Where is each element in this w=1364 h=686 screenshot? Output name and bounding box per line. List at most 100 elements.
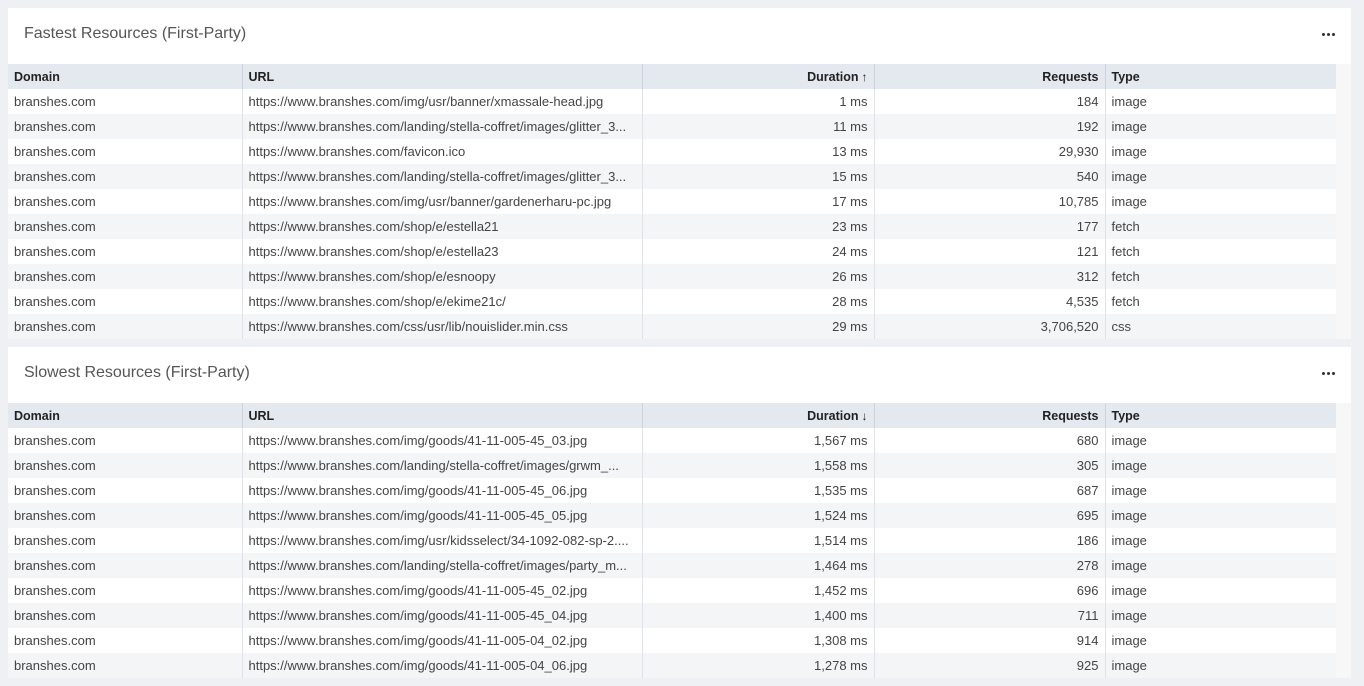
table-row[interactable]: branshes.com https://www.branshes.com/lan…: [8, 114, 1337, 139]
domain-cell: branshes.com: [8, 114, 243, 139]
table-row[interactable]: branshes.com https://www.branshes.com/img…: [8, 478, 1337, 503]
type-cell: image: [1105, 428, 1337, 453]
table-row[interactable]: branshes.com https://www.branshes.com/img…: [8, 628, 1337, 653]
more-options-icon[interactable]: [1320, 370, 1337, 377]
duration-cell: 24 ms: [642, 239, 875, 264]
type-cell: image: [1105, 164, 1337, 189]
domain-cell: branshes.com: [8, 453, 243, 478]
type-cell: image: [1105, 189, 1337, 214]
url-cell: https://www.branshes.com/css/usr/lib/nou…: [242, 314, 643, 339]
table-row[interactable]: branshes.com https://www.branshes.com/lan…: [8, 453, 1337, 478]
column-header-domain[interactable]: Domain: [8, 403, 243, 428]
table-row[interactable]: branshes.com https://www.branshes.com/img…: [8, 428, 1337, 453]
table-row[interactable]: branshes.com https://www.branshes.com/img…: [8, 603, 1337, 628]
table-row[interactable]: branshes.com https://www.branshes.com/img…: [8, 189, 1337, 214]
duration-cell: 1,452 ms: [642, 578, 875, 603]
column-header-duration[interactable]: Duration ↓: [642, 403, 875, 428]
domain-cell: branshes.com: [8, 428, 243, 453]
domain-cell: branshes.com: [8, 189, 243, 214]
duration-cell: 1,558 ms: [642, 453, 875, 478]
type-cell: image: [1105, 503, 1337, 528]
table-row[interactable]: branshes.com https://www.branshes.com/img…: [8, 578, 1337, 603]
type-cell: image: [1105, 653, 1337, 678]
url-cell: https://www.branshes.com/img/usr/kidssel…: [242, 528, 643, 553]
more-options-icon[interactable]: [1320, 31, 1337, 38]
table-row[interactable]: branshes.com https://www.branshes.com/fav…: [8, 139, 1337, 164]
column-header-duration[interactable]: Duration ↑: [642, 64, 875, 89]
table-row[interactable]: branshes.com https://www.branshes.com/sho…: [8, 214, 1337, 239]
table-row[interactable]: branshes.com https://www.branshes.com/lan…: [8, 164, 1337, 189]
domain-cell: branshes.com: [8, 478, 243, 503]
domain-cell: branshes.com: [8, 314, 243, 339]
column-header-requests[interactable]: Requests: [874, 64, 1106, 89]
column-header-url[interactable]: URL: [242, 64, 643, 89]
requests-cell: 3,706,520: [874, 314, 1106, 339]
fastest-resources-panel: Fastest Resources (First-Party) Domain U…: [8, 8, 1351, 339]
table-row[interactable]: branshes.com https://www.branshes.com/sho…: [8, 239, 1337, 264]
requests-cell: 192: [874, 114, 1106, 139]
domain-cell: branshes.com: [8, 628, 243, 653]
panel-title: Slowest Resources (First-Party): [24, 364, 250, 381]
table-row[interactable]: branshes.com https://www.branshes.com/img…: [8, 653, 1337, 678]
column-header-type[interactable]: Type: [1105, 64, 1337, 89]
sort-ascending-icon[interactable]: ↑: [862, 70, 868, 84]
requests-cell: 925: [874, 653, 1106, 678]
domain-cell: branshes.com: [8, 89, 243, 114]
url-cell: https://www.branshes.com/shop/e/esnoopy: [242, 264, 643, 289]
domain-cell: branshes.com: [8, 503, 243, 528]
requests-cell: 29,930: [874, 139, 1106, 164]
url-cell: https://www.branshes.com/shop/e/estella2…: [242, 214, 643, 239]
table-row[interactable]: branshes.com https://www.branshes.com/img…: [8, 503, 1337, 528]
table-row[interactable]: branshes.com https://www.branshes.com/sho…: [8, 289, 1337, 314]
table-row[interactable]: branshes.com https://www.branshes.com/img…: [8, 89, 1337, 114]
table-row[interactable]: branshes.com https://www.branshes.com/lan…: [8, 553, 1337, 578]
table-row[interactable]: branshes.com https://www.branshes.com/img…: [8, 528, 1337, 553]
requests-cell: 278: [874, 553, 1106, 578]
type-cell: fetch: [1105, 289, 1337, 314]
url-cell: https://www.branshes.com/img/usr/banner/…: [242, 189, 643, 214]
url-cell: https://www.branshes.com/img/goods/41-11…: [242, 578, 643, 603]
url-cell: https://www.branshes.com/img/goods/41-11…: [242, 628, 643, 653]
domain-cell: branshes.com: [8, 214, 243, 239]
domain-cell: branshes.com: [8, 139, 243, 164]
requests-cell: 305: [874, 453, 1106, 478]
type-cell: fetch: [1105, 214, 1337, 239]
domain-cell: branshes.com: [8, 164, 243, 189]
table-row[interactable]: branshes.com https://www.branshes.com/css…: [8, 314, 1337, 339]
type-cell: image: [1105, 628, 1337, 653]
sort-descending-icon[interactable]: ↓: [862, 409, 868, 423]
scrollbar[interactable]: [1336, 64, 1351, 339]
url-cell: https://www.branshes.com/img/goods/41-11…: [242, 478, 643, 503]
url-cell: https://www.branshes.com/landing/stella-…: [242, 114, 643, 139]
column-header-type[interactable]: Type: [1105, 403, 1337, 428]
domain-cell: branshes.com: [8, 578, 243, 603]
type-cell: fetch: [1105, 264, 1337, 289]
column-header-domain[interactable]: Domain: [8, 64, 243, 89]
domain-cell: branshes.com: [8, 239, 243, 264]
requests-cell: 914: [874, 628, 1106, 653]
requests-cell: 186: [874, 528, 1106, 553]
url-cell: https://www.branshes.com/landing/stella-…: [242, 164, 643, 189]
requests-cell: 687: [874, 478, 1106, 503]
type-cell: image: [1105, 139, 1337, 164]
column-header-requests[interactable]: Requests: [874, 403, 1106, 428]
type-cell: image: [1105, 578, 1337, 603]
url-cell: https://www.branshes.com/favicon.ico: [242, 139, 643, 164]
duration-cell: 15 ms: [642, 164, 875, 189]
type-cell: image: [1105, 114, 1337, 139]
table-row[interactable]: branshes.com https://www.branshes.com/sho…: [8, 264, 1337, 289]
column-header-url[interactable]: URL: [242, 403, 643, 428]
requests-cell: 696: [874, 578, 1106, 603]
domain-cell: branshes.com: [8, 264, 243, 289]
requests-cell: 680: [874, 428, 1106, 453]
requests-cell: 312: [874, 264, 1106, 289]
requests-cell: 540: [874, 164, 1106, 189]
duration-cell: 1,400 ms: [642, 603, 875, 628]
duration-cell: 29 ms: [642, 314, 875, 339]
duration-cell: 23 ms: [642, 214, 875, 239]
url-cell: https://www.branshes.com/landing/stella-…: [242, 553, 643, 578]
requests-cell: 10,785: [874, 189, 1106, 214]
panel-title: Fastest Resources (First-Party): [24, 25, 247, 42]
scrollbar[interactable]: [1336, 403, 1351, 678]
type-cell: image: [1105, 453, 1337, 478]
